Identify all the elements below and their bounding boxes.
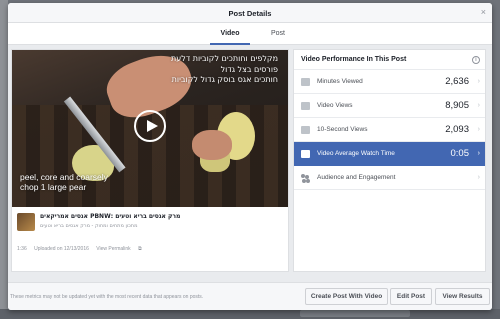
play-icon[interactable]	[134, 110, 166, 142]
info-icon[interactable]: i	[472, 56, 480, 64]
background-footer	[0, 309, 500, 319]
video-player[interactable]: מקלפים וחותכים לקוביות דלעת פורסים בצל ג…	[12, 50, 288, 207]
metric-row-10-second-views[interactable]: 10-Second Views 2,093 ›	[294, 118, 485, 142]
edit-post-button[interactable]: Edit Post	[390, 288, 432, 305]
caption-line: פורסים בצל גדול	[220, 64, 278, 74]
modal-header: Post Details ×	[8, 3, 492, 23]
metric-label: Minutes Viewed	[317, 78, 363, 85]
background-toolbar	[300, 310, 410, 317]
metric-value: 2,093	[445, 124, 469, 135]
caption-line: peel, core and coarsely	[20, 172, 108, 182]
permalink-label: View Permalink	[96, 246, 131, 252]
caption-line: מקלפים וחותכים לקוביות דלעת	[171, 54, 278, 63]
video-duration: 1:36	[17, 246, 27, 252]
chevron-right-icon: ›	[477, 102, 480, 109]
post-details-modal: Post Details × Video Post מקלפים וחותכים…	[8, 3, 492, 310]
metric-value: 2,636	[445, 76, 469, 87]
caption-line: חותכים אגס בוסק גדול לקוביות	[171, 75, 278, 84]
metric-label: Video Views	[317, 102, 353, 109]
metric-label: Audience and Engagement	[317, 174, 396, 181]
modal-title: Post Details	[228, 9, 272, 18]
post-title[interactable]: מרק אגסים בריא וטעים :PBNW אגסים אמריקאי…	[40, 213, 280, 220]
view-permalink-link[interactable]: View Permalink ⧉	[96, 246, 147, 252]
page-avatar[interactable]	[17, 213, 35, 231]
post-subtitle: מתכון מתחים ומחוק - מרק אגסים בריא וטעים	[40, 223, 138, 229]
background-sidebar	[0, 0, 8, 319]
modal-content: מקלפים וחותכים לקוביות דלעת פורסים בצל ג…	[8, 46, 492, 282]
metric-value: 0:05	[450, 148, 470, 159]
metric-row-video-views[interactable]: Video Views 8,905 ›	[294, 94, 485, 118]
video-card: מקלפים וחותכים לקוביות דלעת פורסים בצל ג…	[11, 49, 289, 272]
metric-label: Video Average Watch Time	[317, 150, 395, 157]
post-meta: מרק אגסים בריא וטעים :PBNW אגסים אמריקאי…	[12, 207, 288, 273]
metric-row-average-watch-time[interactable]: Video Average Watch Time 0:05 ›	[294, 142, 485, 166]
external-link-icon: ⧉	[138, 246, 142, 252]
chevron-right-icon: ›	[477, 78, 480, 85]
clock-icon	[301, 78, 310, 86]
chevron-right-icon: ›	[477, 126, 480, 133]
close-icon[interactable]: ×	[481, 7, 486, 17]
tab-video[interactable]: Video	[210, 23, 250, 45]
metric-label: 10-Second Views	[317, 126, 368, 133]
play-icon	[301, 102, 310, 110]
people-icon	[301, 174, 311, 182]
metrics-disclaimer: These metrics may not be updated yet wit…	[10, 294, 204, 300]
tab-post[interactable]: Post	[258, 23, 298, 45]
video-caption-hebrew: מקלפים וחותכים לקוביות דלעת פורסים בצל ג…	[171, 54, 278, 86]
ten-second-icon	[301, 126, 310, 134]
performance-header: Video Performance In This Post i	[294, 50, 485, 70]
chevron-right-icon: ›	[477, 174, 480, 181]
view-results-button[interactable]: View Results	[435, 288, 490, 305]
create-post-with-video-button[interactable]: Create Post With Video	[305, 288, 388, 305]
hand-image	[192, 130, 232, 160]
video-caption-english: peel, core and coarsely chop 1 large pea…	[20, 172, 108, 192]
metric-value: 8,905	[445, 100, 469, 111]
caption-line: chop 1 large pear	[20, 182, 87, 192]
performance-card: Video Performance In This Post i Minutes…	[293, 49, 486, 272]
chevron-right-icon: ›	[477, 150, 480, 157]
modal-footer: These metrics may not be updated yet wit…	[8, 282, 492, 310]
post-footer: 1:36 Uploaded on 12/13/2016 View Permali…	[17, 246, 148, 252]
tab-bar: Video Post	[8, 23, 492, 45]
metric-row-minutes-viewed[interactable]: Minutes Viewed 2,636 ›	[294, 70, 485, 94]
watch-time-icon	[301, 150, 310, 158]
upload-date: Uploaded on 12/13/2016	[34, 246, 89, 252]
performance-title: Video Performance In This Post	[301, 56, 407, 63]
metric-row-audience-engagement[interactable]: Audience and Engagement ›	[294, 166, 485, 190]
